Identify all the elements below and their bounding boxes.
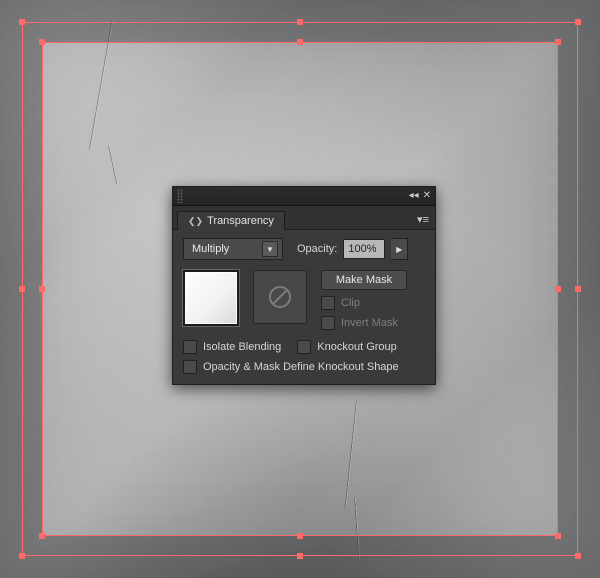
opacity-mask-shape-checkbox[interactable]: Opacity & Mask Define Knockout Shape <box>183 360 425 374</box>
transparency-panel[interactable]: ◂◂ ✕ ❮❯ Transparency ▾≡ Multiply ▼ Opacit… <box>172 186 436 385</box>
invert-mask-label: Invert Mask <box>341 317 398 329</box>
panel-menu-icon[interactable]: ▾≡ <box>415 213 431 229</box>
panel-body: Multiply ▼ Opacity: ▶ Make Mask <box>173 230 435 384</box>
clip-checkbox: Clip <box>321 296 407 310</box>
opacity-input[interactable] <box>343 239 385 259</box>
opacity-thumbnail[interactable] <box>183 270 239 326</box>
checkbox-box <box>183 340 197 354</box>
tab-transparency[interactable]: ❮❯ Transparency <box>177 211 285 230</box>
panel-titlebar[interactable]: ◂◂ ✕ <box>173 187 435 206</box>
checkbox-box <box>321 316 335 330</box>
panel-grip[interactable] <box>177 189 183 203</box>
knockout-group-label: Knockout Group <box>317 341 397 353</box>
panel-tab-bar: ❮❯ Transparency ▾≡ <box>173 206 435 230</box>
checkbox-box <box>297 340 311 354</box>
panel-close-icon[interactable]: ✕ <box>423 191 431 201</box>
tab-label: Transparency <box>207 215 274 227</box>
tab-cycle-icon[interactable]: ❮❯ <box>188 216 203 226</box>
checkbox-box <box>321 296 335 310</box>
invert-mask-checkbox: Invert Mask <box>321 316 407 330</box>
clip-label: Clip <box>341 297 360 309</box>
panel-collapse-icon[interactable]: ◂◂ <box>409 191 419 201</box>
isolate-blending-checkbox[interactable]: Isolate Blending <box>183 340 281 354</box>
opacity-flyout-icon[interactable]: ▶ <box>391 238 408 260</box>
opacity-label: Opacity: <box>297 243 337 255</box>
isolate-blending-label: Isolate Blending <box>203 341 281 353</box>
no-mask-icon <box>267 284 293 310</box>
mask-thumbnail-empty[interactable] <box>253 270 307 324</box>
checkbox-box <box>183 360 197 374</box>
knockout-group-checkbox[interactable]: Knockout Group <box>297 340 397 354</box>
blend-mode-value: Multiply <box>192 243 229 255</box>
dropdown-icon[interactable]: ▼ <box>262 241 278 257</box>
illustrator-canvas: ◂◂ ✕ ❮❯ Transparency ▾≡ Multiply ▼ Opacit… <box>0 0 600 578</box>
make-mask-button[interactable]: Make Mask <box>321 270 407 290</box>
opacity-mask-shape-label: Opacity & Mask Define Knockout Shape <box>203 361 399 373</box>
blend-mode-select[interactable]: Multiply ▼ <box>183 238 283 260</box>
